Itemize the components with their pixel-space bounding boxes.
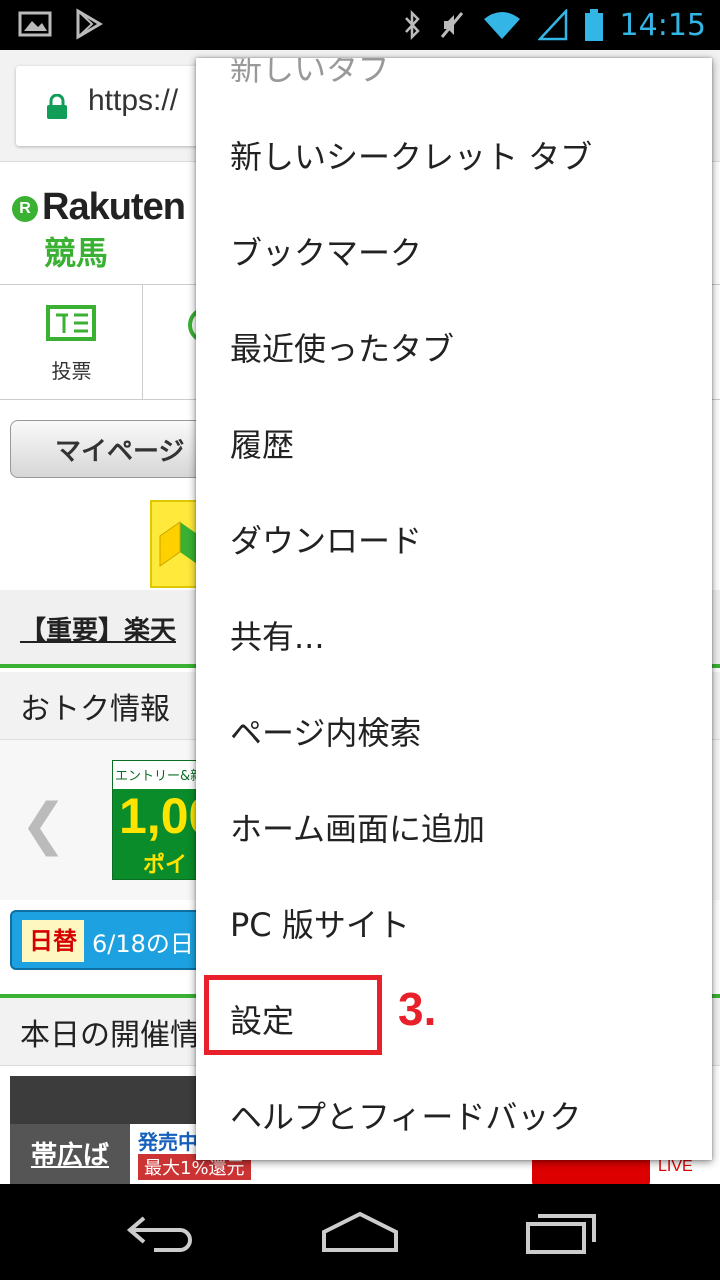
recent-apps-icon[interactable] xyxy=(524,1208,600,1256)
menu-item-recent-tabs[interactable]: 最近使ったタブ xyxy=(196,298,712,394)
back-icon[interactable] xyxy=(124,1212,196,1252)
menu-item-share[interactable]: 共有... xyxy=(196,586,712,682)
menu-item-label: 新しいタブ xyxy=(230,58,391,88)
menu-item-label: ホーム画面に追加 xyxy=(230,810,486,848)
venue-link[interactable]: 帯広ば xyxy=(10,1124,130,1184)
menu-item-label: 共有... xyxy=(230,618,325,656)
menu-item-label: ブックマーク xyxy=(230,234,423,272)
menu-item-label: ページ内検索 xyxy=(230,714,422,752)
daily-text: 6/18の日 xyxy=(92,930,194,958)
promo-point: ポイ xyxy=(143,853,188,878)
section-deals-title: おトク情報 xyxy=(20,692,170,727)
daily-tag: 日替 xyxy=(22,920,84,962)
menu-item-label: 履歴 xyxy=(230,426,295,464)
menu-item-add-to-home[interactable]: ホーム画面に追加 xyxy=(196,778,712,874)
menu-item-history[interactable]: 履歴 xyxy=(196,394,712,490)
settings-highlight-box xyxy=(204,975,382,1055)
mypage-label: マイページ xyxy=(55,437,185,467)
play-store-icon xyxy=(76,8,103,40)
step-number: 3. xyxy=(398,983,437,1035)
url-text: https:// xyxy=(88,84,179,117)
menu-item-label: PC 版サイト xyxy=(230,906,410,944)
lock-icon xyxy=(47,94,67,119)
battery-icon xyxy=(584,9,603,41)
menu-item-desktop-site[interactable]: PC 版サイト xyxy=(196,874,712,970)
menu-item-label: 新しいシークレット タブ xyxy=(230,138,593,176)
status-bar: 14:15 xyxy=(0,0,720,50)
menu-item-find-in-page[interactable]: ページ内検索 xyxy=(196,682,712,778)
signal-icon xyxy=(537,9,567,41)
ticket-icon xyxy=(46,305,96,341)
home-icon[interactable] xyxy=(320,1210,400,1254)
nav-vote[interactable]: 投票 xyxy=(0,285,143,399)
menu-item-bookmarks[interactable]: ブックマーク xyxy=(196,202,712,298)
section-today-title: 本日の開催情 xyxy=(20,1018,200,1053)
menu-item-label: ヘルプとフィードバック xyxy=(230,1098,582,1136)
clock: 14:15 xyxy=(619,7,706,43)
brand-name: Rakuten xyxy=(42,186,186,228)
menu-item-label: ダウンロード xyxy=(230,522,423,560)
menu-item-help-feedback[interactable]: ヘルプとフィードバック xyxy=(196,1066,712,1160)
menu-item-label: 最近使ったタブ xyxy=(230,330,455,368)
bluetooth-icon xyxy=(404,9,420,41)
brand-sub: 競馬 xyxy=(44,234,109,272)
sale-status: 発売中 xyxy=(138,1130,198,1154)
notice-link[interactable]: 【重要】楽天 xyxy=(20,610,176,647)
chevron-left-icon[interactable]: ❮ xyxy=(20,792,67,857)
live-label[interactable]: LIVE xyxy=(658,1158,693,1176)
menu-item-incognito-tab[interactable]: 新しいシークレット タブ xyxy=(196,106,712,202)
nav-bar xyxy=(0,1184,720,1280)
image-icon xyxy=(18,11,52,37)
mute-icon xyxy=(440,12,463,38)
rakuten-mark: R xyxy=(12,196,38,222)
wifi-icon xyxy=(483,12,520,39)
menu-item-downloads[interactable]: ダウンロード xyxy=(196,490,712,586)
nav-vote-label: 投票 xyxy=(51,359,92,383)
